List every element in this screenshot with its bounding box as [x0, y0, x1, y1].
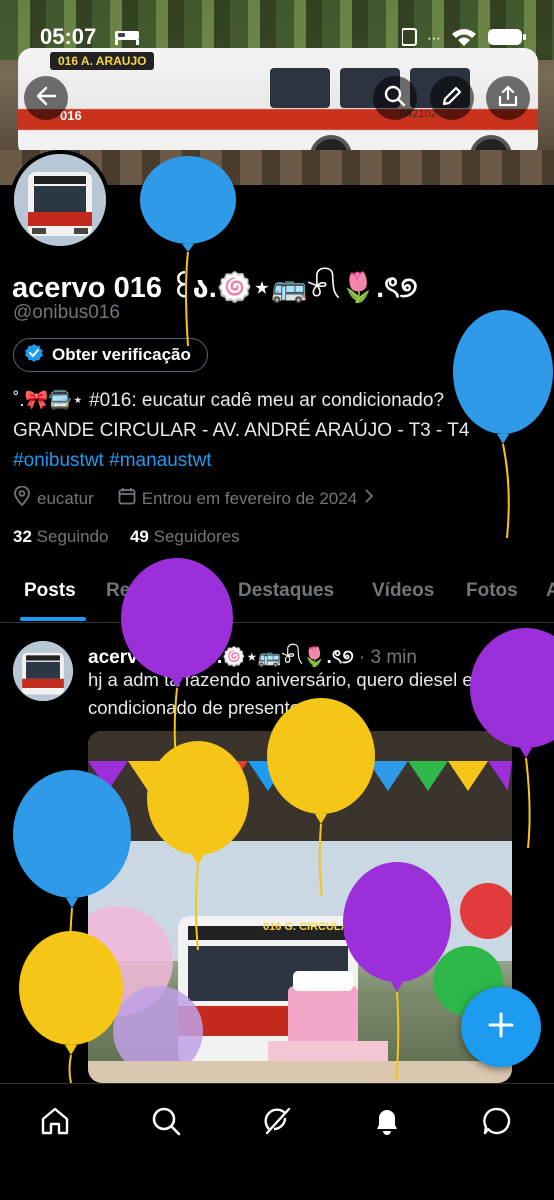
- compose-button[interactable]: [461, 987, 541, 1067]
- followers-link[interactable]: 49 Seguidores: [130, 527, 240, 546]
- pencil-icon: [441, 85, 463, 112]
- share-icon: [497, 85, 519, 112]
- get-verified-label: Obter verificação: [52, 345, 191, 364]
- plus-icon: [487, 1011, 515, 1044]
- tab-photos[interactable]: Fotos: [466, 580, 518, 602]
- verified-badge-icon: [24, 343, 44, 368]
- message-icon: [481, 1105, 513, 1142]
- svg-text:⋯: ⋯: [427, 31, 441, 47]
- bottom-navigation: [0, 1083, 554, 1200]
- bed-icon: [114, 28, 140, 51]
- home-icon: [39, 1105, 71, 1142]
- active-tab-indicator: [20, 617, 86, 621]
- search-icon: [384, 85, 406, 112]
- edit-button[interactable]: [430, 76, 474, 120]
- balloon-decoration: [470, 628, 554, 848]
- hashtag-link[interactable]: #onibustwt: [13, 450, 104, 471]
- post-time: · 3 min: [358, 647, 417, 668]
- followers-count: 49: [129, 527, 149, 546]
- balloon-decoration: [342, 860, 452, 1080]
- tab-highlights[interactable]: Destaques: [238, 580, 334, 602]
- arrow-left-icon: [35, 85, 57, 112]
- bell-icon: [371, 1105, 403, 1142]
- nav-notifications[interactable]: [360, 1096, 414, 1150]
- status-time: 05:07: [40, 24, 97, 49]
- back-button[interactable]: [24, 76, 68, 120]
- profile-avatar[interactable]: [10, 150, 110, 250]
- post-avatar[interactable]: [13, 641, 73, 701]
- profile-joined: Entrou em fevereiro de 2024: [141, 488, 358, 508]
- following-link[interactable]: 32 Seguindo: [13, 527, 109, 546]
- nav-home[interactable]: [28, 1096, 82, 1150]
- bus-avatar-image: [13, 641, 73, 701]
- profile-location: eucatur: [37, 488, 94, 508]
- tab-videos[interactable]: Vídeos: [372, 580, 434, 602]
- following-label: Seguindo: [36, 527, 109, 546]
- profile-handle: @onibus016: [13, 302, 120, 323]
- nav-search[interactable]: [139, 1096, 193, 1150]
- nav-messages[interactable]: [470, 1096, 524, 1150]
- status-icons: ⋯: [401, 26, 532, 53]
- balloon-decoration: [18, 930, 124, 1083]
- follow-stats: 32 Seguindo 49 Seguidores: [13, 527, 240, 547]
- profile-meta: eucatur Entrou em fevereiro de 2024: [13, 485, 375, 511]
- balloon-decoration: [138, 156, 238, 346]
- hashtag-link[interactable]: #manaustwt: [109, 450, 211, 471]
- search-icon: [150, 1105, 182, 1142]
- bus-avatar-image: [14, 154, 106, 246]
- banner-bus-window: [270, 68, 330, 108]
- grok-icon: [261, 1105, 293, 1142]
- tab-more[interactable]: A: [546, 580, 554, 602]
- following-count: 32: [13, 527, 32, 546]
- nav-grok[interactable]: [250, 1096, 304, 1150]
- location-pin-icon: [13, 485, 31, 511]
- share-button[interactable]: [486, 76, 530, 120]
- balloon-decoration: [452, 308, 554, 538]
- profile-tabs: Posts Respostas Destaques Vídeos Fotos A: [0, 570, 554, 623]
- chevron-right-icon[interactable]: [363, 488, 375, 509]
- balloon-decoration: [146, 740, 250, 950]
- calendar-icon: [118, 487, 136, 510]
- followers-label: Seguidores: [153, 527, 240, 546]
- tab-posts[interactable]: Posts: [24, 580, 76, 602]
- banner-bus-sign: 016 A. ARAUJO: [50, 52, 155, 70]
- status-bar: 05:07 ⋯: [0, 20, 554, 54]
- search-button[interactable]: [373, 76, 417, 120]
